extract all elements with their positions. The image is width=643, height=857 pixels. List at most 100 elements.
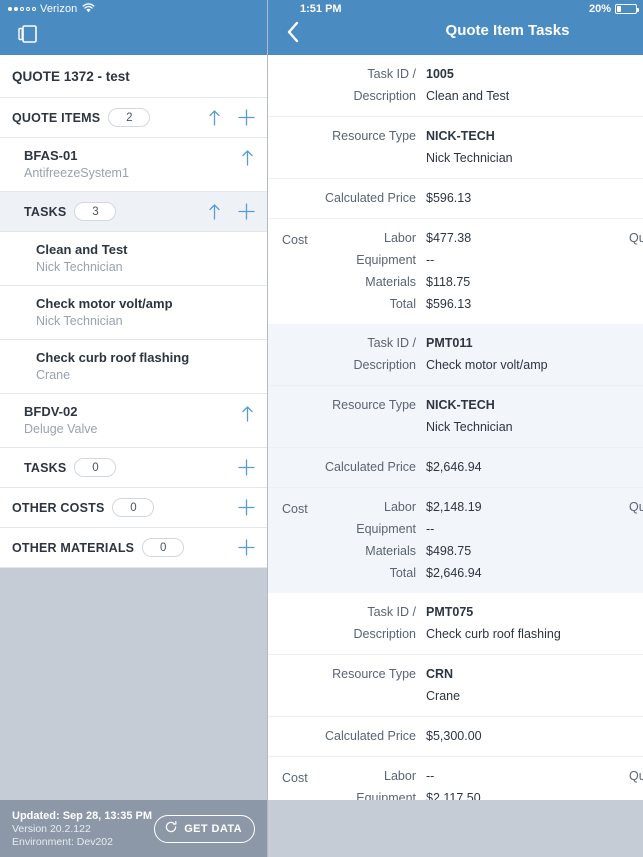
task-card[interactable]: Task ID / Description PMT075 Check curb … — [268, 593, 643, 800]
add-icon[interactable] — [238, 499, 255, 516]
cost-breakdown-field: Cost Labor Equipment Materials Total -- … — [268, 757, 643, 800]
cost-label: Cost — [282, 771, 308, 785]
item-title: BFDV-02 — [24, 404, 78, 419]
app-root: Verizon QUOTE 1372 - test QUOTE ITEMS 2 … — [0, 0, 643, 857]
status-bar-right: 1:51 PM 20% — [268, 0, 643, 18]
task-id-value: PMT011 — [426, 336, 473, 350]
task-id-label: Task ID / — [367, 605, 416, 619]
item-title: Check motor volt/amp — [36, 296, 173, 311]
calculated-price-field: Calculated Price $596.13 — [268, 179, 643, 219]
quantity-column-label: Qu — [629, 500, 643, 514]
sidebar-section-tasks-active[interactable]: TASKS 3 — [0, 192, 267, 232]
section-label: OTHER MATERIALS — [12, 540, 135, 555]
get-data-button[interactable]: GET DATA — [154, 814, 255, 843]
labor-label: Labor — [384, 231, 416, 245]
cost-breakdown-field: Cost Labor Equipment Materials Total $2,… — [268, 488, 643, 593]
labor-label: Labor — [384, 769, 416, 783]
signal-strength-icon — [8, 7, 36, 11]
resource-type-field: Resource Type CRN Crane — [268, 655, 643, 717]
labor-label: Labor — [384, 500, 416, 514]
sort-arrow-icon[interactable] — [207, 109, 222, 126]
sidebar-section-other-costs[interactable]: OTHER COSTS 0 — [0, 488, 267, 528]
calculated-price-field: Calculated Price $2,646.94 — [268, 448, 643, 488]
section-label: TASKS — [24, 204, 67, 219]
list-item-task[interactable]: Check motor volt/amp Nick Technician — [0, 286, 267, 340]
quantity-column-label: Qu — [629, 769, 643, 783]
equipment-value: $2,117.50 — [426, 791, 481, 800]
resource-type-label: Resource Type — [332, 398, 416, 412]
add-icon[interactable] — [238, 459, 255, 476]
carrier-label: Verizon — [40, 3, 78, 15]
materials-label: Materials — [365, 275, 416, 289]
description-value: Check motor volt/amp — [426, 358, 548, 372]
list-item-quote-item[interactable]: BFDV-02 Deluge Valve — [0, 394, 267, 448]
sort-arrow-icon[interactable] — [240, 148, 255, 166]
quantity-column-label: Qu — [629, 231, 643, 245]
labor-value: $2,148.19 — [426, 500, 482, 514]
task-id-label: Task ID / — [367, 67, 416, 81]
item-subtitle: Nick Technician — [36, 260, 123, 274]
detail-title: Quote Item Tasks — [445, 22, 570, 39]
battery-indicator: 20% — [588, 3, 639, 15]
description-label: Description — [353, 627, 416, 641]
calculated-price-value: $5,300.00 — [426, 729, 482, 743]
count-badge: 0 — [112, 498, 155, 517]
add-icon[interactable] — [238, 203, 255, 220]
calculated-price-label: Calculated Price — [324, 191, 416, 205]
sidebar-header: Verizon — [0, 0, 267, 55]
task-card[interactable]: Task ID / Description PMT011 Check motor… — [268, 324, 643, 593]
item-subtitle: Deluge Valve — [24, 422, 98, 436]
sidebar-section-tasks-empty[interactable]: TASKS 0 — [0, 448, 267, 488]
list-item-task[interactable]: Check curb roof flashing Crane — [0, 340, 267, 394]
total-label: Total — [389, 297, 416, 311]
task-id-field: Task ID / Description 1005 Clean and Tes… — [268, 55, 643, 117]
refresh-icon — [164, 820, 178, 837]
labor-value: -- — [426, 769, 435, 783]
sort-arrow-icon[interactable] — [240, 404, 255, 422]
labor-value: $477.38 — [426, 231, 472, 245]
sidebar: Verizon QUOTE 1372 - test QUOTE ITEMS 2 … — [0, 0, 268, 857]
resource-code-value: NICK-TECH — [426, 398, 495, 412]
materials-value: $498.75 — [426, 544, 472, 558]
description-label: Description — [353, 89, 416, 103]
equipment-value: -- — [426, 522, 435, 536]
description-label: Description — [353, 358, 416, 372]
total-value: $596.13 — [426, 297, 472, 311]
battery-icon — [615, 4, 639, 14]
detail-bottom-filler — [268, 800, 643, 857]
detail-panel: 1:51 PM 20% Quote Item Tasks Task ID / D… — [268, 0, 643, 857]
resource-type-field: Resource Type NICK-TECH Nick Technician — [268, 117, 643, 179]
item-title: Check curb roof flashing — [36, 350, 190, 365]
cost-breakdown-field: Cost Labor Equipment Materials Total $47… — [268, 219, 643, 324]
sidebar-toggle-icon[interactable] — [10, 20, 44, 48]
task-id-label: Task ID / — [367, 336, 416, 350]
section-label: TASKS — [24, 460, 67, 475]
calculated-price-label: Calculated Price — [324, 729, 416, 743]
sidebar-section-quote-items[interactable]: QUOTE ITEMS 2 — [0, 98, 267, 138]
add-icon[interactable] — [238, 539, 255, 556]
count-badge: 0 — [74, 458, 117, 477]
resource-name-value: Nick Technician — [426, 151, 513, 165]
sort-arrow-icon[interactable] — [207, 203, 222, 220]
version-label: Version 20.2.122 — [12, 822, 91, 835]
count-badge: 2 — [108, 108, 151, 127]
resource-name-value: Crane — [426, 689, 461, 703]
sidebar-section-other-materials[interactable]: OTHER MATERIALS 0 — [0, 528, 267, 568]
page-title: QUOTE 1372 - test — [0, 55, 267, 98]
section-label: QUOTE ITEMS — [12, 110, 101, 125]
resource-type-field: Resource Type NICK-TECH Nick Technician — [268, 386, 643, 448]
description-value: Check curb roof flashing — [426, 627, 561, 641]
task-list[interactable]: Task ID / Description 1005 Clean and Tes… — [268, 55, 643, 800]
list-item-quote-item[interactable]: BFAS-01 AntifreezeSystem1 — [0, 138, 267, 192]
status-bar-left: Verizon — [0, 0, 267, 18]
total-value: $2,646.94 — [426, 566, 482, 580]
list-item-task[interactable]: Clean and Test Nick Technician — [0, 232, 267, 286]
sidebar-footer: Updated: Sep 28, 13:35 PM Version 20.2.1… — [0, 800, 267, 857]
calculated-price-value: $596.13 — [426, 191, 472, 205]
add-icon[interactable] — [238, 109, 255, 126]
get-data-label: GET DATA — [184, 822, 242, 835]
battery-percent-label: 20% — [588, 3, 611, 15]
item-title: BFAS-01 — [24, 148, 78, 163]
wifi-icon — [82, 2, 95, 16]
task-card[interactable]: Task ID / Description 1005 Clean and Tes… — [268, 55, 643, 324]
